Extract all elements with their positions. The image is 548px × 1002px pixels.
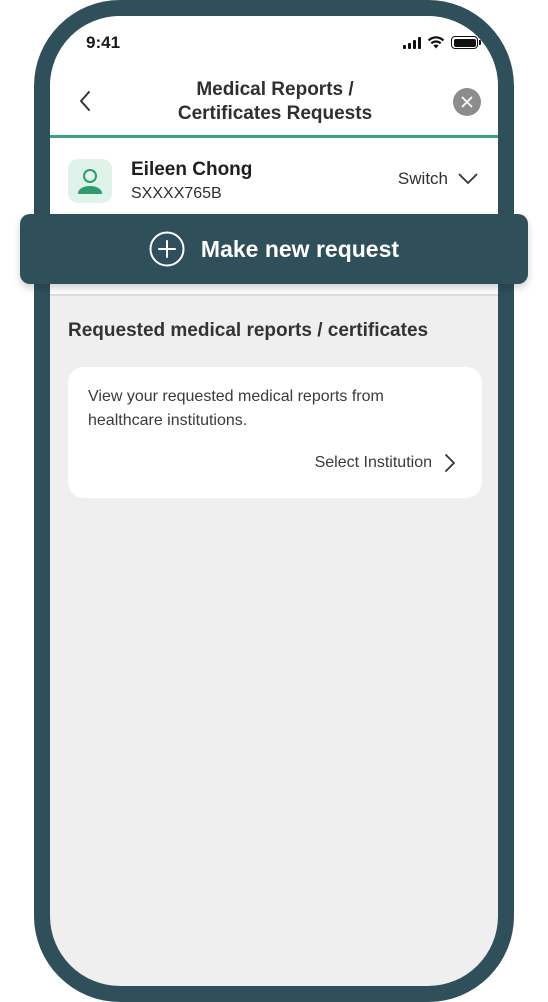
page-title: Medical Reports / Certificates Requests (150, 78, 400, 126)
card-description: View your requested medical reports from… (88, 388, 384, 429)
status-time: 9:41 (86, 33, 121, 52)
requested-reports-card: View your requested medical reports from… (68, 367, 482, 498)
battery-icon (451, 36, 481, 49)
switch-profile-button[interactable]: Switch (398, 169, 478, 189)
make-new-request-button[interactable]: Make new request (20, 214, 528, 284)
close-icon (461, 96, 473, 108)
make-new-request-label: Make new request (200, 235, 400, 262)
wifi-icon (427, 36, 445, 49)
page-title-line1: Medical Reports / (196, 79, 354, 100)
back-button[interactable] (70, 86, 100, 116)
app-screen: 9:41 Medical Reports / Certificates Requ… (50, 16, 498, 986)
section-divider (50, 294, 498, 296)
user-icon (78, 169, 102, 194)
switch-label: Switch (397, 169, 448, 188)
profile-name: Eileen Chong (131, 159, 253, 180)
avatar (68, 159, 112, 203)
back-chevron-icon (80, 91, 90, 111)
close-button[interactable] (453, 88, 481, 116)
chevron-down-icon (458, 173, 478, 184)
header-divider (50, 135, 498, 138)
section-title: Requested medical reports / certificates (68, 320, 429, 341)
signal-icon (403, 36, 421, 49)
plus-circle-icon (149, 231, 185, 267)
select-institution-link[interactable]: Select Institution (315, 453, 456, 473)
profile-id: SXXXX765B (131, 185, 222, 202)
status-icons (403, 36, 481, 49)
select-institution-label: Select Institution (314, 454, 432, 471)
page-title-line2: Certificates Requests (177, 103, 373, 124)
chevron-right-icon (445, 454, 455, 472)
